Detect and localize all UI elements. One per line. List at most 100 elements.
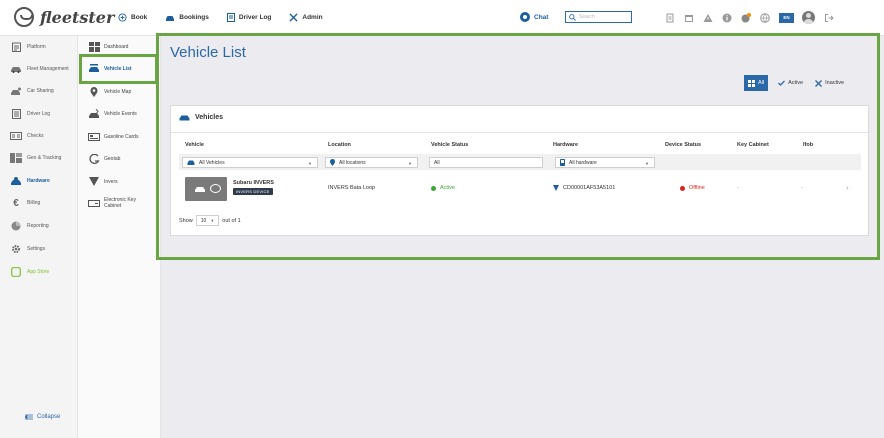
column-header-location[interactable]: Location bbox=[328, 142, 351, 148]
chat-label: Chat bbox=[534, 13, 549, 21]
sidebar-item-electronic-key-cabinet[interactable]: Electronic Key Cabinet bbox=[88, 197, 136, 209]
chevron-down-icon: ▼ bbox=[210, 218, 215, 223]
car-icon bbox=[10, 64, 22, 74]
sidebar-item-reporting[interactable]: Reporting bbox=[10, 221, 49, 231]
sidebar-item-checks[interactable]: Checks bbox=[10, 131, 44, 141]
tools-icon bbox=[289, 13, 298, 22]
filter-inactive-button[interactable]: Inactive bbox=[811, 75, 848, 91]
top-icons: EN bbox=[665, 11, 843, 24]
nav-admin[interactable]: Admin bbox=[289, 13, 323, 22]
sidebar-item-platform[interactable]: Platform bbox=[10, 42, 46, 52]
status-dot bbox=[680, 185, 685, 191]
notifications-icon[interactable] bbox=[741, 12, 751, 23]
logout-icon[interactable] bbox=[824, 13, 834, 23]
vehicle-status-filter-value: All bbox=[434, 159, 440, 166]
fleetster-logo[interactable]: fleetster bbox=[14, 7, 114, 27]
device-badge: INVERS DEVICE bbox=[233, 188, 273, 195]
chevron-right-icon[interactable]: › bbox=[846, 183, 849, 192]
hardware-icon bbox=[10, 176, 22, 186]
sidebar-item-label: Settings bbox=[27, 246, 46, 252]
card-icon bbox=[88, 131, 100, 142]
map-pin-icon bbox=[88, 86, 100, 97]
page-size-select[interactable]: 10 ▼ bbox=[195, 215, 220, 226]
info-icon[interactable] bbox=[722, 13, 732, 23]
filter-all-button[interactable]: All bbox=[744, 75, 769, 91]
sidebar-item-label: Geotab bbox=[104, 155, 121, 162]
filter-all-label: All bbox=[758, 80, 765, 86]
dashboard-icon bbox=[88, 41, 100, 52]
invers-icon bbox=[88, 176, 100, 187]
close-icon bbox=[815, 79, 823, 87]
status-dot bbox=[431, 185, 436, 191]
vehicle-filter-select[interactable]: All Vehicles ▼ bbox=[182, 157, 318, 168]
column-header-ifob[interactable]: Ifob bbox=[803, 142, 813, 148]
globe-icon[interactable] bbox=[760, 12, 770, 23]
column-header-device-status[interactable]: Device Status bbox=[665, 142, 701, 148]
pie-chart-icon bbox=[10, 221, 22, 231]
sidebar-item-vehicle-list[interactable]: Vehicle List bbox=[88, 63, 132, 74]
nav-admin-label: Admin bbox=[302, 14, 323, 21]
main-sidebar: Platform Fleet Management Car Sharing Dr… bbox=[0, 36, 78, 438]
vehicle-thumbnail bbox=[185, 177, 227, 201]
card-header: Vehicles bbox=[179, 114, 223, 121]
sidebar-item-gasoline-cards[interactable]: Gasoline Cards bbox=[88, 131, 138, 142]
hardware-filter-select[interactable]: All hardware ▼ bbox=[555, 157, 655, 168]
sidebar-item-label: Geo & Tracking bbox=[27, 155, 62, 161]
car-icon bbox=[195, 187, 205, 192]
sidebar-item-label: Billing bbox=[27, 200, 41, 206]
filter-inactive-label: Inactive bbox=[825, 80, 845, 86]
column-header-key-cabinet[interactable]: Key Cabinet bbox=[737, 142, 769, 148]
collapse-button[interactable]: Collapse bbox=[25, 414, 60, 420]
calendar-icon[interactable] bbox=[684, 13, 694, 23]
page-size-value: 10 bbox=[200, 217, 207, 224]
key-cabinet-icon bbox=[88, 198, 100, 209]
avatar[interactable] bbox=[802, 11, 815, 24]
filter-active-label: Active bbox=[788, 80, 804, 86]
key-fob-icon bbox=[210, 184, 221, 193]
sidebar-item-driver-log[interactable]: Driver Log bbox=[10, 109, 50, 119]
vehicle-list-icon bbox=[88, 63, 100, 74]
vehicle-events-icon bbox=[88, 108, 100, 119]
warning-icon[interactable] bbox=[703, 13, 713, 23]
sidebar-item-car-sharing[interactable]: Car Sharing bbox=[10, 86, 54, 96]
vehicles-card: Vehicles Vehicle Location Vehicle Status… bbox=[170, 105, 869, 236]
device-status: Offline bbox=[680, 185, 705, 191]
vehicle-status-filter-input[interactable]: All bbox=[429, 157, 543, 168]
nav-bookings-label: Bookings bbox=[179, 14, 209, 21]
sidebar-item-geo-tracking[interactable]: Geo & Tracking bbox=[10, 153, 61, 163]
pagination: Show 10 ▼ out of 1 bbox=[179, 215, 241, 226]
language-selector[interactable]: EN bbox=[779, 12, 794, 23]
sidebar-item-vehicle-events[interactable]: Vehicle Events bbox=[88, 108, 137, 119]
geotab-icon bbox=[88, 153, 100, 164]
search-input[interactable]: Search bbox=[565, 11, 632, 23]
table-row[interactable]: Subaru INVERS INVERS DEVICE INVERS Bata … bbox=[179, 174, 861, 204]
location-filter-value: All locations bbox=[339, 159, 366, 166]
hardware-filter-value: All hardware bbox=[569, 159, 597, 166]
sidebar-item-fleet-management[interactable]: Fleet Management bbox=[10, 64, 69, 74]
sidebar-item-hardware[interactable]: Hardware bbox=[10, 176, 50, 186]
column-header-vehicle-status[interactable]: Vehicle Status bbox=[431, 142, 468, 148]
search-icon bbox=[569, 13, 576, 21]
nav-driver-log[interactable]: Driver Log bbox=[226, 13, 271, 22]
search-placeholder: Search bbox=[579, 14, 595, 20]
sidebar-item-settings[interactable]: Settings bbox=[10, 244, 45, 254]
sidebar-item-billing[interactable]: € Billing bbox=[10, 198, 41, 209]
sidebar-item-app-store[interactable]: App Store bbox=[10, 267, 49, 277]
location-filter-select[interactable]: All locations ▼ bbox=[325, 157, 418, 168]
chat-button[interactable]: Chat bbox=[520, 12, 548, 22]
sidebar-item-vehicle-map[interactable]: Vehicle Map bbox=[88, 86, 131, 97]
sidebar-item-dashboard[interactable]: Dashboard bbox=[88, 41, 128, 52]
top-nav: Book Bookings Driver Log Admin bbox=[118, 13, 341, 22]
column-filters: All Vehicles ▼ All locations ▼ All All h… bbox=[179, 154, 861, 170]
filter-active-button[interactable]: Active bbox=[774, 75, 807, 91]
sidebar-item-invers[interactable]: Invers bbox=[88, 176, 118, 187]
card-title: Vehicles bbox=[195, 114, 224, 121]
column-header-vehicle[interactable]: Vehicle bbox=[185, 142, 204, 148]
status-filter: All Active Inactive bbox=[744, 75, 848, 91]
nav-book[interactable]: Book bbox=[118, 13, 147, 22]
sidebar-item-geotab[interactable]: Geotab bbox=[88, 153, 120, 164]
receipt-icon[interactable] bbox=[665, 13, 675, 23]
nav-bookings[interactable]: Bookings bbox=[165, 13, 209, 22]
column-header-hardware[interactable]: Hardware bbox=[553, 142, 578, 148]
vehicle-name[interactable]: Subaru INVERS bbox=[233, 180, 274, 186]
